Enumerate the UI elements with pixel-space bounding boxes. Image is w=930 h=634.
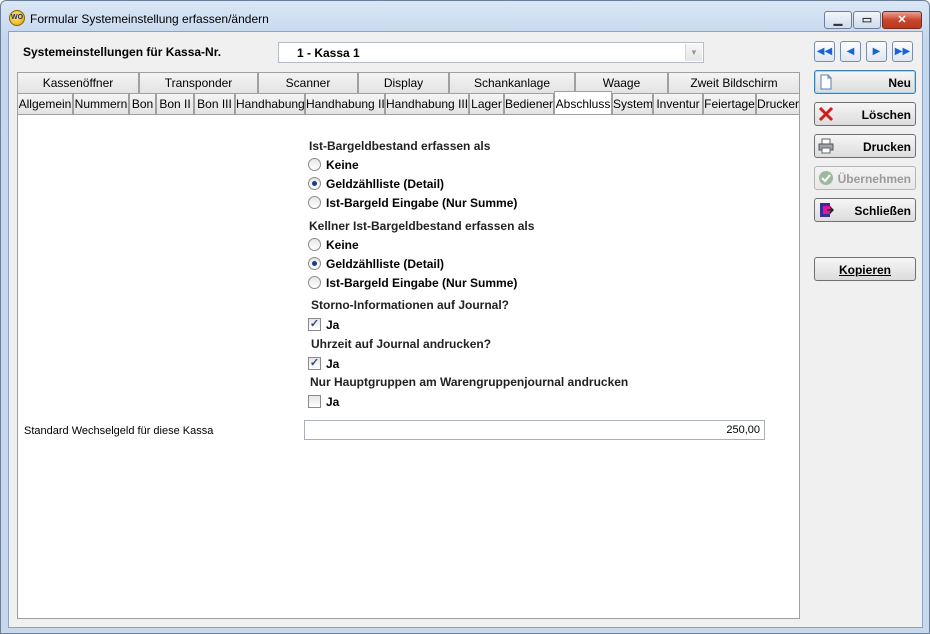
wechselgeld-label: Standard Wechselgeld für diese Kassa xyxy=(24,425,214,437)
radio-button[interactable] xyxy=(308,158,321,171)
next-record-button[interactable]: ▶ xyxy=(866,41,887,62)
app-window: WO Formular Systemeinstellung erfassen/ä… xyxy=(0,0,930,634)
checkbox-checked[interactable]: ✓ xyxy=(308,357,321,370)
next-record-icon: ▶ xyxy=(872,46,881,57)
previous-record-button[interactable]: ◀ xyxy=(840,41,861,62)
uhrzeit-heading: Uhrzeit auf Journal andrucken? xyxy=(311,337,492,351)
delete-icon xyxy=(818,106,834,122)
tab-waage[interactable]: Waage xyxy=(575,72,668,93)
kassa-select[interactable]: 1 - Kassa 1 ▼ xyxy=(278,42,704,63)
tab-display[interactable]: Display xyxy=(358,72,449,93)
tab-kassenoeffner[interactable]: Kassenöffner xyxy=(17,72,139,93)
maximize-icon: ▭ xyxy=(861,14,873,26)
kopieren-button[interactable]: Kopieren xyxy=(814,257,916,281)
schliessen-button[interactable]: Schließen xyxy=(814,198,916,222)
radio-button-selected[interactable] xyxy=(308,177,321,190)
tab-allgemein[interactable]: Allgemein xyxy=(17,93,73,114)
tab-row-2: Allgemein Nummern Bon Bon II Bon III Han… xyxy=(17,91,800,114)
uebernehmen-button[interactable]: Übernehmen xyxy=(814,166,916,190)
tab-transponder[interactable]: Transponder xyxy=(139,72,258,93)
new-document-icon xyxy=(820,74,832,90)
tab-system[interactable]: System xyxy=(612,93,653,114)
printer-icon xyxy=(818,138,834,154)
tab-schankanlage[interactable]: Schankanlage xyxy=(449,72,575,93)
storno-heading: Storno-Informationen auf Journal? xyxy=(311,298,509,312)
last-record-icon: ▶▶ xyxy=(894,46,911,57)
section-ist-bargeld-heading: Ist-Bargeldbestand erfassen als xyxy=(309,139,491,153)
last-record-button[interactable]: ▶▶ xyxy=(892,41,913,62)
tab-lager[interactable]: Lager xyxy=(469,93,504,114)
minimize-icon: ▁ xyxy=(833,14,843,26)
tab-drucker[interactable]: Drucker xyxy=(756,93,800,114)
tab-handhabung[interactable]: Handhabung xyxy=(235,93,305,114)
loeschen-button[interactable]: Löschen xyxy=(814,102,916,126)
tab-scanner[interactable]: Scanner xyxy=(258,72,358,93)
chevron-down-icon[interactable]: ▼ xyxy=(685,44,702,61)
neu-button[interactable]: Neu xyxy=(814,70,916,94)
close-window-button[interactable]: ✕ xyxy=(882,11,922,29)
kassa-label: Systemeinstellungen für Kassa-Nr. xyxy=(23,45,222,59)
hauptgruppen-heading: Nur Hauptgruppen am Warengruppenjournal … xyxy=(310,375,629,389)
maximize-button[interactable]: ▭ xyxy=(853,11,881,29)
app-logo-icon: WO xyxy=(9,10,25,26)
apply-check-icon xyxy=(819,171,833,185)
minimize-button[interactable]: ▁ xyxy=(824,11,852,29)
tab-feiertage[interactable]: Feiertage xyxy=(703,93,756,114)
tab-bon-iii[interactable]: Bon III xyxy=(194,93,235,114)
radio-button[interactable] xyxy=(308,196,321,209)
section-kellner-heading: Kellner Ist-Bargeldbestand erfassen als xyxy=(309,219,535,233)
drucken-button[interactable]: Drucken xyxy=(814,134,916,158)
tab-handhabung-ii[interactable]: Handhabung II xyxy=(305,93,385,114)
form-client-area: Systemeinstellungen für Kassa-Nr. 1 - Ka… xyxy=(8,31,923,628)
tab-panel-abschluss: Ist-Bargeldbestand erfassen als Keine Ge… xyxy=(17,114,800,619)
tab-inventur[interactable]: Inventur xyxy=(653,93,703,114)
tab-zweit-bildschirm[interactable]: Zweit Bildschirm xyxy=(668,72,800,93)
tab-bon-ii[interactable]: Bon II xyxy=(156,93,194,114)
title-bar: WO Formular Systemeinstellung erfassen/ä… xyxy=(1,1,929,31)
radio-button[interactable] xyxy=(308,238,321,251)
tab-bon[interactable]: Bon xyxy=(129,93,156,114)
radio-button[interactable] xyxy=(308,276,321,289)
previous-record-icon: ◀ xyxy=(846,46,855,57)
tab-abschluss[interactable]: Abschluss xyxy=(554,91,612,114)
first-record-button[interactable]: ◀◀ xyxy=(814,41,835,62)
first-record-icon: ◀◀ xyxy=(816,46,833,57)
close-icon: ✕ xyxy=(897,14,907,26)
radio-button-selected[interactable] xyxy=(308,257,321,270)
kassa-select-value: 1 - Kassa 1 xyxy=(297,46,360,60)
wechselgeld-input[interactable]: 250,00 xyxy=(304,420,765,440)
tab-row-1: Kassenöffner Transponder Scanner Display… xyxy=(17,72,800,93)
window-title: Formular Systemeinstellung erfassen/ände… xyxy=(30,12,269,26)
exit-door-icon xyxy=(820,203,834,217)
tab-bediener[interactable]: Bediener xyxy=(504,93,554,114)
checkbox-unchecked[interactable] xyxy=(308,395,321,408)
tab-handhabung-iii[interactable]: Handhabung III xyxy=(385,93,469,114)
checkbox-checked[interactable]: ✓ xyxy=(308,318,321,331)
tab-nummern[interactable]: Nummern xyxy=(73,93,129,114)
